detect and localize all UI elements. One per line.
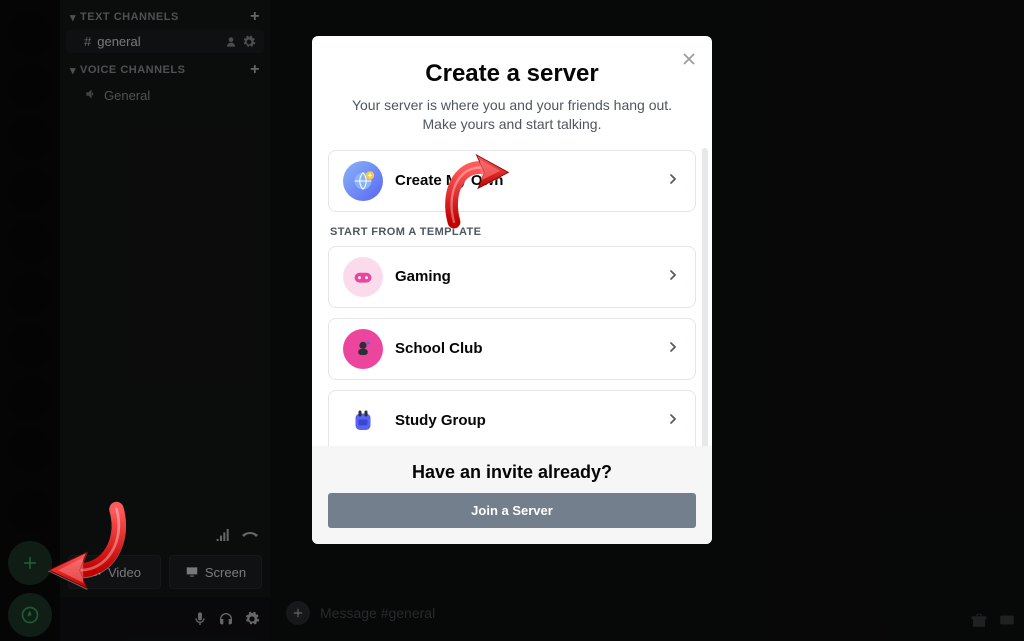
school-club-icon — [343, 329, 383, 369]
gaming-icon — [343, 257, 383, 297]
modal-subtitle: Your server is where you and your friend… — [336, 96, 688, 134]
template-gaming-button[interactable]: Gaming — [328, 246, 696, 308]
modal-title: Create a server — [336, 60, 688, 88]
modal-footer: Have an invite already? Join a Server — [312, 446, 712, 544]
option-label: Gaming — [395, 268, 451, 285]
option-label: School Club — [395, 340, 483, 357]
create-server-modal: Create a server Your server is where you… — [312, 36, 712, 544]
close-button[interactable] — [680, 50, 698, 73]
chevron-right-icon — [665, 411, 681, 430]
option-label: Study Group — [395, 412, 486, 429]
join-label: Join a Server — [471, 503, 553, 518]
join-server-button[interactable]: Join a Server — [328, 493, 696, 528]
close-icon — [680, 50, 698, 68]
invite-question: Have an invite already? — [328, 462, 696, 483]
template-school-club-button[interactable]: School Club — [328, 318, 696, 380]
annotation-arrow-icon — [40, 500, 130, 590]
app-root: ▾ TEXT CHANNELS + # general ▾ VOICE CHAN… — [0, 0, 1024, 641]
chevron-right-icon — [665, 339, 681, 358]
annotation-arrow-icon — [438, 150, 518, 230]
modal-overlay: Create a server Your server is where you… — [0, 0, 1024, 641]
chevron-right-icon — [665, 171, 681, 190]
template-study-group-button[interactable]: Study Group — [328, 390, 696, 446]
globe-plus-icon — [343, 161, 383, 201]
study-group-icon — [343, 401, 383, 441]
chevron-right-icon — [665, 267, 681, 286]
